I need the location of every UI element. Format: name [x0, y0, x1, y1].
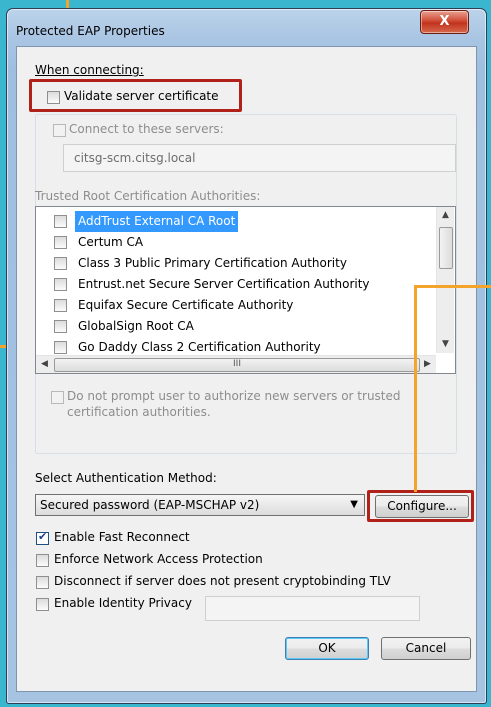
auth-method-label: Select Authentication Method:: [35, 471, 217, 485]
configure-button-highlight: [367, 490, 474, 522]
auth-method-value: Secured password (EAP-MSCHAP v2): [40, 498, 260, 512]
ca-checkbox[interactable]: [54, 299, 67, 312]
ca-checkbox[interactable]: [54, 236, 67, 249]
horizontal-scroll-thumb[interactable]: III: [54, 358, 420, 372]
trusted-root-ca-label: Trusted Root Certification Authorities:: [35, 189, 261, 203]
cancel-button[interactable]: Cancel: [381, 637, 471, 660]
close-icon: X: [439, 14, 450, 29]
callout-line-configure-vertical: [414, 286, 417, 492]
ca-label: Entrust.net Secure Server Certification …: [78, 277, 370, 291]
do-not-prompt-label-line1: Do not prompt user to authorize new serv…: [67, 389, 401, 403]
do-not-prompt-checkbox[interactable]: [51, 391, 64, 404]
ca-checkbox[interactable]: [54, 257, 67, 270]
ok-button[interactable]: OK: [285, 637, 369, 660]
ca-label: AddTrust External CA Root: [75, 211, 239, 232]
ca-label: GlobalSign Root CA: [78, 319, 194, 333]
connect-to-servers-checkbox[interactable]: [53, 124, 66, 137]
chevron-down-icon: ▼: [350, 499, 358, 510]
identity-privacy-label[interactable]: Enable Identity Privacy: [54, 596, 192, 610]
ca-checkbox[interactable]: [54, 278, 67, 291]
enforce-nap-label[interactable]: Enforce Network Access Protection: [54, 552, 263, 566]
ca-checkbox[interactable]: [54, 341, 67, 354]
scroll-right-icon[interactable]: ▶: [424, 359, 431, 369]
cryptobinding-label[interactable]: Disconnect if server does not present cr…: [54, 574, 391, 588]
scroll-down-icon[interactable]: ▼: [442, 339, 449, 349]
auth-method-dropdown[interactable]: Secured password (EAP-MSCHAP v2) ▼: [35, 494, 365, 516]
servers-textbox[interactable]: citsg-scm.citsg.local: [63, 144, 456, 172]
ca-checkbox[interactable]: [54, 215, 67, 228]
trusted-ca-listbox[interactable]: AddTrust External CA Root Certum CA Clas…: [35, 206, 456, 374]
vertical-scrollbar[interactable]: ▲ ▼: [436, 207, 454, 353]
when-connecting-label: When connecting:: [35, 63, 144, 77]
window-title: Protected EAP Properties: [16, 24, 165, 38]
connect-to-servers-label: Connect to these servers:: [69, 122, 224, 136]
identity-privacy-checkbox[interactable]: [36, 598, 49, 611]
ca-label: Equifax Secure Certificate Authority: [78, 298, 294, 312]
callout-line-configure-horizontal: [414, 285, 491, 288]
do-not-prompt-label-line2: certification authorities.: [67, 405, 211, 419]
close-button[interactable]: X: [420, 10, 469, 34]
cryptobinding-checkbox[interactable]: [36, 576, 49, 589]
horizontal-scrollbar[interactable]: ◀ III ▶: [36, 355, 436, 373]
scroll-left-icon[interactable]: ◀: [41, 359, 48, 369]
enable-fast-reconnect-checkbox[interactable]: [36, 530, 49, 545]
ca-checkbox[interactable]: [54, 320, 67, 333]
ca-label: Class 3 Public Primary Certification Aut…: [78, 256, 347, 270]
ca-label: Certum CA: [78, 235, 144, 249]
validate-certificate-highlight: [29, 79, 242, 112]
vertical-scroll-thumb[interactable]: [439, 227, 453, 269]
enable-fast-reconnect-label[interactable]: Enable Fast Reconnect: [54, 530, 190, 544]
enforce-nap-checkbox[interactable]: [36, 554, 49, 567]
scroll-up-icon[interactable]: ▲: [442, 210, 449, 220]
identity-privacy-textbox[interactable]: [205, 596, 420, 621]
